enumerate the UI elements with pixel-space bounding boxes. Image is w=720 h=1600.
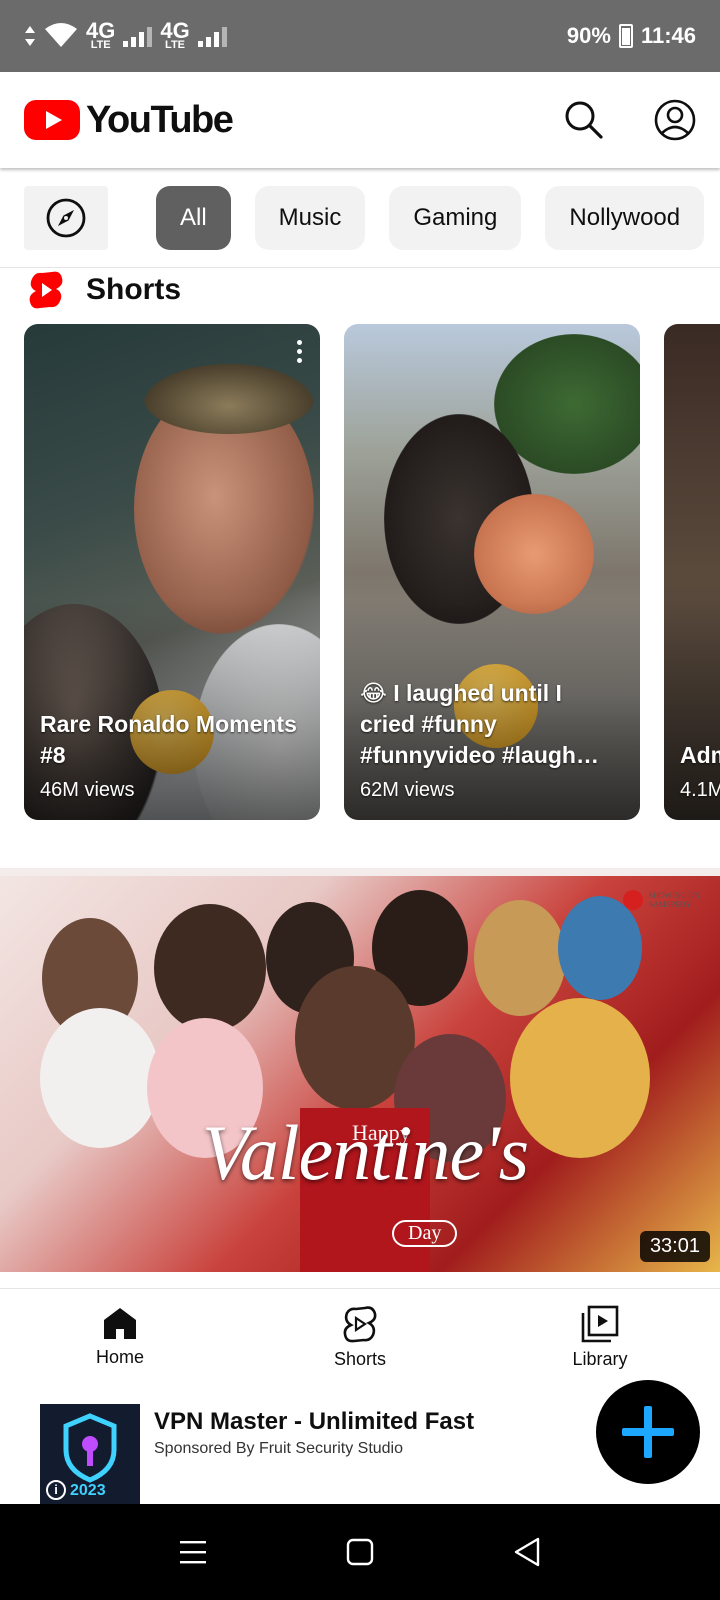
ad-thumbnail: i 2023: [40, 1404, 140, 1504]
signal-bars-icon-2: [197, 25, 227, 47]
short-views: 46M views: [40, 779, 135, 801]
badge-line-1: SHOWING ON: [648, 891, 700, 900]
battery-percent: 90%: [566, 23, 611, 48]
thumbnail-subtitle-bottom: Day: [392, 1220, 458, 1247]
nav-shorts-label: Shorts: [333, 1349, 387, 1369]
status-bar-left: 4G LTE 4G LTE: [24, 17, 227, 51]
network-sub-2: LTE: [165, 38, 186, 51]
chip-music[interactable]: Music: [254, 185, 366, 250]
search-icon[interactable]: [564, 100, 604, 140]
battery-icon: [618, 24, 633, 48]
nav-home-label: Home: [95, 1347, 144, 1367]
short-info: Adm #mo #co 4.1M: [680, 740, 720, 802]
explore-button[interactable]: [24, 185, 108, 250]
home-icon: [104, 1308, 136, 1339]
clock: 11:46: [640, 23, 696, 48]
nav-shorts[interactable]: Shorts: [240, 1289, 480, 1380]
ad-title: VPN Master - Unlimited Fast: [154, 1408, 475, 1435]
category-chips: All Music Gaming Nollywood: [0, 168, 720, 268]
network-indicator-1: 4G LTE: [86, 17, 116, 51]
short-info: Rare Ronaldo Moments #8 46M views: [40, 709, 298, 802]
network-type-1: 4G: [86, 17, 116, 43]
short-views: 62M views: [360, 779, 455, 801]
shorts-row: Rare Ronaldo Moments #8 46M views 😂 I la…: [24, 324, 720, 820]
ad-thumb-year: 2023: [70, 1482, 106, 1499]
account-icon[interactable]: [654, 99, 696, 141]
video-thumbnail[interactable]: SHOWING ON SAMSPEDY Happy Valentine's Da…: [0, 868, 720, 1272]
home-square-icon[interactable]: [346, 1538, 374, 1566]
system-navigation-bar: [0, 1504, 720, 1600]
short-card[interactable]: Rare Ronaldo Moments #8 46M views: [24, 324, 320, 820]
nav-home[interactable]: Home: [0, 1289, 240, 1380]
compass-icon: [46, 198, 86, 237]
youtube-home-screen: 4G LTE 4G LTE 90% 11:46 YouTube All Musi…: [0, 0, 720, 1600]
menu-icon[interactable]: [179, 1539, 207, 1565]
channel-badge: SHOWING ON SAMSPEDY: [622, 890, 700, 910]
short-title: Adm #mo #co: [680, 742, 720, 768]
short-title: 😂 I laughed until I cried #funny #funnyv…: [360, 680, 599, 768]
shorts-shelf-header: Shorts: [28, 270, 181, 310]
short-card[interactable]: Adm #mo #co 4.1M: [664, 324, 720, 820]
shorts-shelf-title: Shorts: [86, 273, 182, 306]
ad-subtitle: Sponsored By Fruit Security Studio: [154, 1440, 404, 1457]
bottom-navigation: Home Shorts Library: [0, 1288, 720, 1380]
more-options-icon[interactable]: [296, 340, 302, 366]
status-bar-right: 90% 11:46: [567, 23, 696, 49]
nav-library-label: Library: [572, 1349, 628, 1369]
network-indicator-2: 4G LTE: [160, 17, 190, 51]
video-duration: 33:01: [639, 1231, 710, 1262]
short-info: 😂 I laughed until I cried #funny #funnyv…: [360, 678, 618, 802]
back-icon[interactable]: [513, 1537, 541, 1567]
youtube-play-logo-icon: [24, 100, 80, 140]
chip-nollywood[interactable]: Nollywood: [545, 185, 705, 250]
ad-info-icon[interactable]: i: [46, 1480, 66, 1500]
chip-gaming[interactable]: Gaming: [389, 185, 522, 250]
youtube-badge-icon: [622, 890, 643, 910]
signal-bars-icon-1: [123, 25, 153, 47]
badge-line-2: SAMSPEDY: [648, 900, 692, 909]
plus-icon: [622, 1406, 674, 1458]
short-thumbnail-art: [474, 494, 594, 614]
library-icon: [581, 1305, 619, 1343]
data-transfer-icon: [25, 26, 35, 46]
header-actions: [564, 99, 696, 141]
logo-text: YouTube: [86, 98, 234, 141]
nav-library[interactable]: Library: [480, 1289, 720, 1380]
youtube-logo[interactable]: YouTube: [24, 98, 234, 142]
short-thumbnail-art: [144, 364, 314, 434]
chip-all[interactable]: All: [156, 185, 231, 250]
video-thumbnail-art: [0, 868, 720, 1272]
thumbnail-title: Valentine's: [201, 1109, 529, 1196]
network-type-2: 4G: [160, 17, 190, 43]
short-title: Rare Ronaldo Moments #8: [40, 711, 297, 768]
shorts-logo-icon: [29, 271, 63, 309]
status-bar: 4G LTE 4G LTE 90% 11:46: [0, 0, 720, 72]
wifi-icon: [45, 23, 77, 47]
app-header: YouTube: [0, 72, 720, 168]
short-views: 4.1M: [680, 779, 720, 801]
network-sub-1: LTE: [90, 38, 111, 51]
short-card[interactable]: 😂 I laughed until I cried #funny #funnyv…: [344, 324, 640, 820]
shorts-icon: [343, 1306, 377, 1343]
create-button[interactable]: [596, 1380, 700, 1484]
